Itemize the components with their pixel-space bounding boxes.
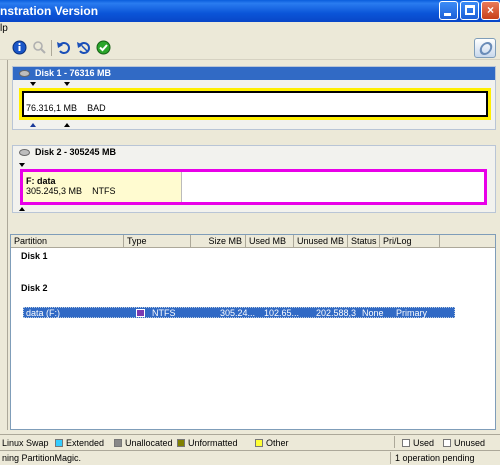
cell-unused: 202.588,3 — [316, 308, 357, 318]
disk1-title: Disk 1 - 76316 MB — [35, 68, 112, 78]
status-divider — [390, 452, 391, 464]
col-size[interactable]: Size MB — [191, 235, 246, 248]
partition-marker — [64, 82, 70, 86]
legend-unused: Unused — [443, 438, 485, 448]
brand-logo — [474, 38, 496, 58]
list-header: Partition Type Size MB Used MB Unused MB… — [11, 235, 495, 248]
maximize-button[interactable] — [460, 1, 479, 20]
disk1-partition-bar[interactable]: 76.316,1 MB BAD — [19, 88, 491, 120]
menu-help[interactable]: lp — [0, 23, 8, 34]
cell-status: None — [362, 308, 384, 318]
legend-used: Used — [402, 438, 434, 448]
partition-marker — [64, 123, 70, 127]
search-icon[interactable] — [32, 40, 47, 55]
partition-start-marker — [30, 82, 36, 86]
toolbar — [0, 36, 500, 60]
disk2-partition-label: F: data — [26, 176, 56, 186]
legend-unallocated-label: Unallocated — [125, 438, 173, 448]
disk2-partition-fs: NTFS — [92, 186, 116, 196]
legend-extended: Extended — [55, 438, 104, 448]
unallocated-swatch — [114, 439, 122, 447]
status-bar: ning PartitionMagic. 1 operation pending — [0, 450, 500, 465]
title-bar: nstration Version × — [0, 0, 500, 22]
partition-end-marker — [30, 123, 36, 127]
legend-unformatted: Unformatted — [177, 438, 238, 448]
col-used[interactable]: Used MB — [246, 235, 294, 248]
legend-other-label: Other — [266, 438, 289, 448]
disk1-partition-status: BAD — [87, 103, 106, 113]
disk2-panel[interactable]: Disk 2 - 305245 MB F: data 305.245,3 MB … — [12, 145, 496, 213]
info-icon[interactable] — [12, 40, 27, 55]
col-status[interactable]: Status — [348, 235, 380, 248]
menu-bar: lp — [0, 22, 500, 36]
pending-operations: 1 operation pending — [395, 453, 475, 463]
disk-icon — [19, 149, 30, 156]
col-prilog[interactable]: Pri/Log — [380, 235, 440, 248]
col-partition[interactable]: Partition — [11, 235, 124, 248]
status-message: ning PartitionMagic. — [2, 453, 82, 463]
minimize-icon — [444, 13, 451, 16]
disk1-panel[interactable]: Disk 1 - 76316 MB 76.316,1 MB BAD — [12, 66, 496, 130]
legend-divider — [394, 436, 395, 448]
legend-unallocated: Unallocated — [114, 438, 173, 448]
disk2-title: Disk 2 - 305245 MB — [35, 147, 117, 157]
legend-linux-swap: Linux Swap — [2, 438, 49, 448]
extended-swatch — [55, 439, 63, 447]
col-unused[interactable]: Unused MB — [294, 235, 348, 248]
disk1-partition-info: 76.316,1 MB BAD — [26, 103, 106, 113]
close-button[interactable]: × — [481, 1, 500, 20]
cell-type: NTFS — [152, 308, 176, 318]
legend-other: Other — [255, 438, 289, 448]
window-title: nstration Version — [0, 4, 99, 18]
cell-partition: data (F:) — [26, 308, 61, 318]
group-disk2: Disk 2 — [21, 283, 48, 293]
ntfs-color-icon — [136, 309, 145, 317]
legend-extended-label: Extended — [66, 438, 105, 448]
col-type[interactable]: Type — [124, 235, 191, 248]
close-icon: × — [486, 3, 494, 17]
disk1-header[interactable]: Disk 1 - 76316 MB — [13, 67, 495, 80]
disk-icon — [19, 70, 30, 77]
used-swatch — [402, 439, 410, 447]
partition-end-marker — [19, 207, 25, 211]
undo-icon[interactable] — [56, 40, 71, 55]
legend-unused-label: Unused — [454, 438, 486, 448]
table-row[interactable]: data (F:) NTFS 305.24... 102.65... 202.5… — [23, 307, 455, 318]
cell-prilog: Primary — [396, 308, 427, 318]
disk2-partition-size: 305.245,3 MB — [26, 186, 83, 196]
partition-list[interactable]: Partition Type Size MB Used MB Unused MB… — [10, 234, 496, 430]
legend-unformatted-label: Unformatted — [188, 438, 238, 448]
apply-icon[interactable] — [96, 40, 111, 55]
legend-bar: Linux Swap Extended Unallocated Unformat… — [0, 434, 500, 450]
cell-used: 102.65... — [264, 308, 300, 318]
disk2-partition-bar[interactable]: F: data 305.245,3 MB NTFS — [20, 169, 487, 205]
disk2-header[interactable]: Disk 2 - 305245 MB — [13, 146, 495, 159]
partition-start-marker — [19, 163, 25, 167]
cell-size: 305.24... — [220, 308, 256, 318]
toolbar-separator — [51, 40, 52, 56]
other-swatch — [255, 439, 263, 447]
group-disk1: Disk 1 — [21, 251, 48, 261]
unused-swatch — [443, 439, 451, 447]
legend-used-label: Used — [413, 438, 435, 448]
logo-mark — [478, 42, 494, 55]
disk1-partition-size: 76.316,1 MB — [26, 103, 78, 113]
discard-icon[interactable] — [76, 40, 91, 55]
unformatted-swatch — [177, 439, 185, 447]
disk2-partition-info: 305.245,3 MB NTFS — [26, 186, 116, 196]
left-sidebar-edge — [0, 60, 8, 430]
minimize-button[interactable] — [439, 1, 458, 20]
maximize-icon — [465, 5, 475, 15]
